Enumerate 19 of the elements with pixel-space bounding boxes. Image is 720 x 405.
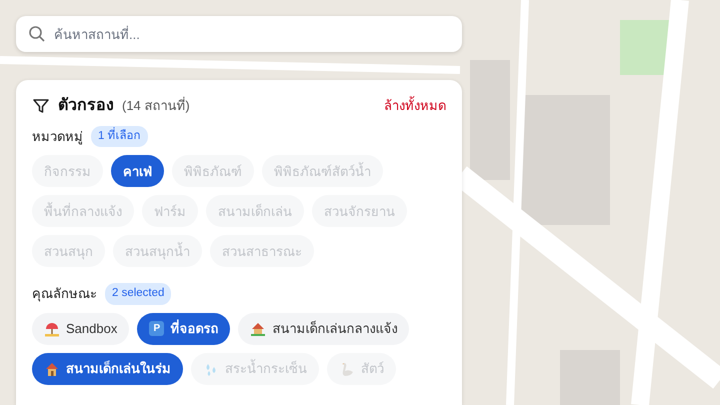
house-icon xyxy=(250,320,266,336)
filter-chip[interactable]: สนามเด็กเล่นกลางแจ้ง xyxy=(238,312,410,344)
search-icon xyxy=(28,25,46,43)
result-count: (14 สถานที่) xyxy=(122,96,190,116)
house-icon xyxy=(44,360,60,376)
filter-chip[interactable]: คาเฟ่ xyxy=(111,155,164,188)
section-label: คุณลักษณะ xyxy=(32,285,97,304)
filter-title: ตัวกรอง xyxy=(58,96,114,116)
search-field[interactable]: ค้นหาสถานที่... xyxy=(16,16,462,52)
selected-count-badge: 2 selected xyxy=(105,283,172,304)
clear-all-link[interactable]: ล้างทั้งหมด xyxy=(384,96,446,116)
filter-chip[interactable]: สนามเด็กเล่นในร่ม xyxy=(32,352,183,384)
section-label: หมวดหมู่ xyxy=(32,128,83,146)
selected-count-badge: 1 ที่เลือก xyxy=(91,126,148,148)
filter-chip[interactable]: P ที่จอดรถ xyxy=(137,312,230,344)
umbrella-icon xyxy=(44,320,60,336)
parking-icon: P xyxy=(149,321,164,336)
filter-icon xyxy=(32,97,50,115)
filter-chip[interactable]: Sandbox xyxy=(32,312,130,344)
